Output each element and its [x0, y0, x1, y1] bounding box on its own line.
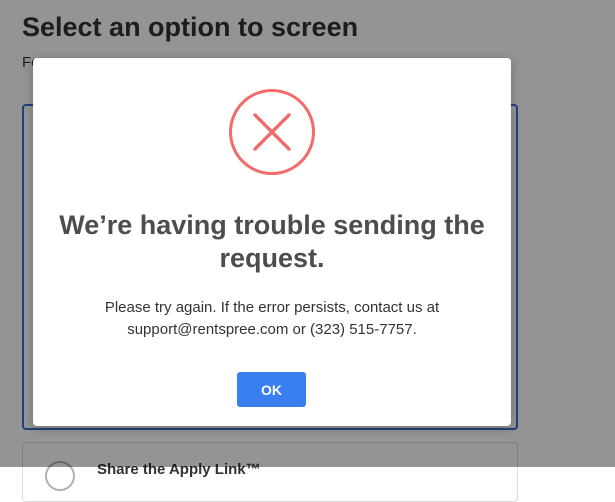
- modal-heading: We’re having trouble sending the request…: [59, 210, 485, 273]
- modal-message: Please try again. If the error persists,…: [63, 297, 481, 341]
- error-x-circle-icon: [229, 89, 315, 175]
- error-modal: We’re having trouble sending the request…: [33, 58, 511, 426]
- ok-button[interactable]: OK: [237, 372, 306, 407]
- modal-message-line-1: Please try again. If the error persists,…: [104, 299, 440, 316]
- modal-message-line-2: support@rentspree.com or (323) 515-7757.: [127, 321, 417, 338]
